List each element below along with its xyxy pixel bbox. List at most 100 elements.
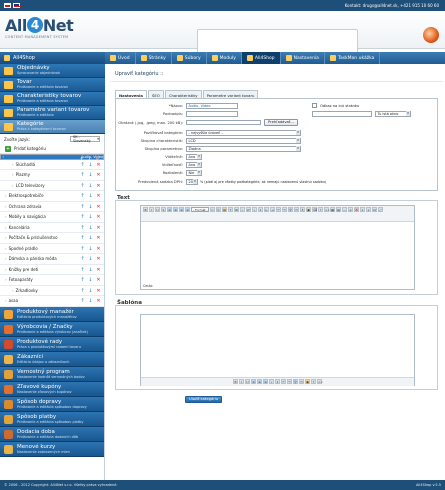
- help-icon[interactable]: ?: [311, 379, 316, 384]
- text-editor[interactable]: B I U S ≡ ≡ ≡ ≡ - Formát - ✂ ⎘ ▤ T W ⌕ ⇄…: [140, 205, 415, 290]
- category-row[interactable]: › Ochrana zdravia ↑ ↓ ✕: [0, 202, 104, 212]
- nav-item-uvod[interactable]: Úvod: [105, 52, 136, 64]
- sidebar-item-charakteristiky[interactable]: Charakteristiky tovarov Pridávanie a edit…: [0, 92, 105, 106]
- language-select[interactable]: SK - Slovenský ▾: [70, 135, 100, 143]
- tab-parametre[interactable]: Parametre variant tovaru: [202, 90, 259, 98]
- image-icon[interactable]: ▣: [305, 379, 310, 384]
- sidebar-module[interactable]: Vernostný program Nastavenie hodnôt verno…: [0, 366, 104, 382]
- move-up-icon[interactable]: ↑: [80, 225, 85, 231]
- delete-icon[interactable]: ✕: [96, 214, 101, 220]
- sidebar-module[interactable]: Spôsob dopravy Pridávanie a editácia spôs…: [0, 396, 104, 412]
- align-center-icon[interactable]: ≡: [257, 379, 262, 384]
- move-down-icon[interactable]: ↓: [88, 204, 93, 210]
- position-select[interactable]: - nejvyššia úroveň - ▾: [186, 130, 301, 136]
- source-icon[interactable]: <>: [317, 379, 323, 384]
- italic-icon[interactable]: I: [149, 207, 154, 212]
- category-row[interactable]: › Kancelária ↑ ↓ ✕: [0, 223, 104, 233]
- move-down-icon[interactable]: ↓: [88, 277, 93, 283]
- move-up-icon[interactable]: ↑: [80, 235, 85, 241]
- nav-item-all4shop[interactable]: All4Shop: [241, 52, 281, 64]
- move-up-icon[interactable]: ↑: [80, 288, 85, 294]
- row-icon[interactable]: ▤: [336, 207, 341, 212]
- link-icon[interactable]: ⚲: [293, 379, 298, 384]
- image-icon[interactable]: ▣: [306, 207, 311, 212]
- italic-icon[interactable]: I: [239, 379, 244, 384]
- nav-item-nastavenia[interactable]: Nastavenia: [281, 52, 325, 64]
- align-center-icon[interactable]: ≡: [173, 207, 178, 212]
- category-row[interactable]: › Počítače & príslušenstvo ↑ ↓ ✕: [0, 233, 104, 244]
- delete-icon[interactable]: ✕: [96, 288, 101, 294]
- visible-select[interactable]: Ano ▾: [186, 154, 202, 160]
- move-down-icon[interactable]: ↓: [88, 193, 93, 199]
- redo-icon[interactable]: ↷: [282, 207, 287, 212]
- category-row[interactable]: › Slúchadlá ↑ ↓ ✕: [0, 160, 104, 170]
- replace-icon[interactable]: ⇄: [246, 207, 251, 212]
- delete-icon[interactable]: ✕: [96, 172, 101, 178]
- underline-icon[interactable]: U: [155, 207, 160, 212]
- nav-item-taskman[interactable]: TaskMan ukážka: [325, 52, 381, 64]
- sidebar-module[interactable]: Produktové rady Práca s produktovými rada…: [0, 336, 104, 352]
- move-down-icon[interactable]: ↓: [88, 172, 93, 178]
- paste-text-icon[interactable]: T: [228, 207, 233, 212]
- move-up-icon[interactable]: ↑: [80, 172, 85, 178]
- delete-icon[interactable]: ✕: [96, 193, 101, 199]
- sidebar-module[interactable]: Zákazníci Editácia údajov o zákazníkoch: [0, 351, 104, 367]
- save-category-button[interactable]: Uložiť kategóriu: [185, 396, 223, 403]
- sidebar-module[interactable]: Produktový manažér Editácia produktových …: [0, 306, 104, 322]
- sidebar-module[interactable]: Menové kurzy Nastavenie zobrazených mien: [0, 441, 104, 457]
- vat-select[interactable]: 20 ▾: [186, 179, 198, 185]
- sidebar-module[interactable]: Zľavové kupóny Nastavenie zľavových kupón…: [0, 381, 104, 397]
- align-left-icon[interactable]: ≡: [167, 207, 172, 212]
- move-down-icon[interactable]: ↓: [88, 288, 93, 294]
- category-row[interactable]: › Dámska a pánska móda ↑ ↓ ✕: [0, 254, 104, 265]
- delete-icon[interactable]: ✕: [96, 277, 101, 283]
- logo[interactable]: All 4 Net CONTENT MANAGEMENT SYSTEM: [5, 17, 80, 45]
- source-icon[interactable]: <>: [324, 207, 330, 212]
- move-down-icon[interactable]: ↓: [88, 235, 93, 241]
- move-down-icon[interactable]: ↓: [88, 298, 93, 304]
- english-flag-icon[interactable]: [13, 3, 21, 8]
- tab-seo[interactable]: SEO: [148, 90, 164, 98]
- move-up-icon[interactable]: ↑: [80, 256, 85, 262]
- move-down-icon[interactable]: ↓: [88, 225, 93, 231]
- hr-icon[interactable]: —: [342, 207, 347, 212]
- number-list-icon[interactable]: 1: [258, 207, 263, 212]
- delete-icon[interactable]: ✕: [96, 225, 101, 231]
- delete-icon[interactable]: ✕: [96, 235, 101, 241]
- sidebar-item-tovar[interactable]: Tovar Pridávanie a editácia tovarov: [0, 78, 105, 92]
- sidebar-module[interactable]: Dodacia doba Pridávanie a editácia dodací…: [0, 426, 104, 442]
- strike-icon[interactable]: S: [161, 207, 166, 212]
- help-icon[interactable]: ?: [318, 207, 323, 212]
- move-up-icon[interactable]: ↑: [80, 267, 85, 273]
- nav-item-stranky[interactable]: Stránky: [136, 52, 172, 64]
- sablona-editor[interactable]: B I U ≡ ≡ ≡ • 1 ↶ ↷ ⚲ ⚯ ▣ ? <>: [140, 314, 415, 386]
- move-down-icon[interactable]: ↓: [88, 256, 93, 262]
- number-list-icon[interactable]: 1: [275, 379, 280, 384]
- delete-icon[interactable]: ✕: [96, 298, 101, 304]
- unlink-icon[interactable]: ⚯: [294, 207, 299, 212]
- category-row[interactable]: › Knižky pre deti ↑ ↓ ✕: [0, 265, 104, 275]
- delete-icon[interactable]: ✕: [96, 256, 101, 262]
- param-group-select[interactable]: Žiadna ▾: [186, 146, 301, 152]
- delete-icon[interactable]: ✕: [96, 267, 101, 273]
- sidebar-item-objednavky[interactable]: Objednávky Spracovanie objednávok: [0, 64, 105, 78]
- move-up-icon[interactable]: ↑: [80, 298, 85, 304]
- category-row[interactable]: › asaa ↑ ↓ ✕: [0, 296, 104, 307]
- nav-item-moduly[interactable]: Moduly: [207, 52, 242, 64]
- expanded-select[interactable]: Nie ▾: [186, 170, 202, 176]
- find-icon[interactable]: ⌕: [240, 207, 245, 212]
- outdent-icon[interactable]: ⇤: [264, 207, 269, 212]
- superscript-icon[interactable]: x: [366, 207, 371, 212]
- copy-icon[interactable]: ⎘: [216, 207, 221, 212]
- nav-brand[interactable]: All4Shop: [0, 52, 105, 64]
- move-up-icon[interactable]: ↑: [80, 204, 85, 210]
- category-row[interactable]: › Zrkadlovky ↑ ↓ ✕: [0, 286, 104, 296]
- remove-format-icon[interactable]: ⌀: [348, 207, 353, 212]
- add-category-button[interactable]: + Pridať kategóriu: [0, 144, 104, 154]
- move-down-icon[interactable]: ↓: [88, 246, 93, 252]
- justify-icon[interactable]: ≡: [185, 207, 190, 212]
- move-up-icon[interactable]: ↑: [80, 277, 85, 283]
- move-up-icon[interactable]: ↑: [80, 162, 85, 168]
- subtitle-input[interactable]: [186, 111, 238, 117]
- fullscreen-icon[interactable]: ⤢: [378, 207, 383, 212]
